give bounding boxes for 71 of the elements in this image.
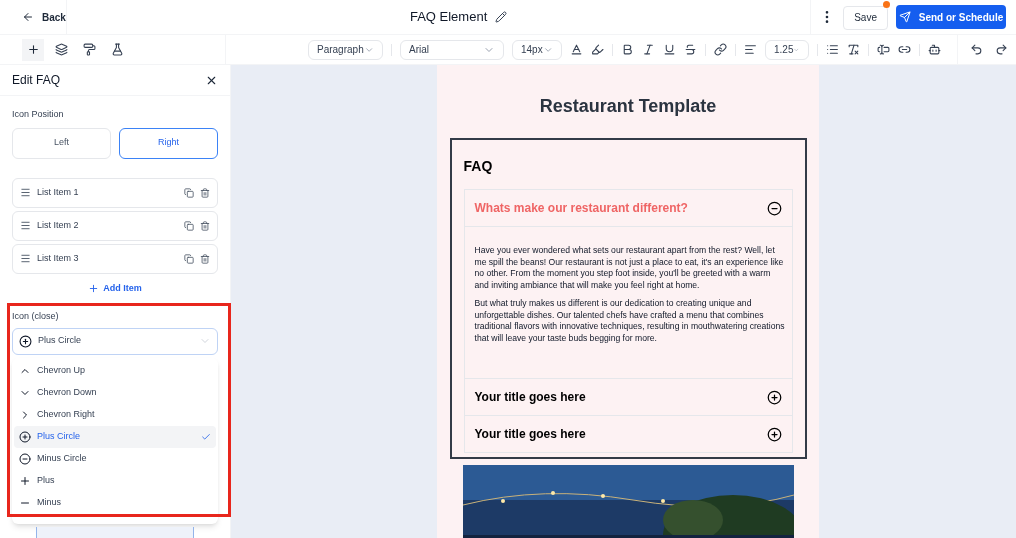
back-arrow-icon [22, 11, 34, 23]
clear-format-icon[interactable] [847, 43, 860, 56]
position-option[interactable]: Left [12, 127, 111, 159]
flask-icon[interactable] [110, 43, 124, 56]
faq-answer: But what truly makes us different is our dedication to creating unique and unforgettable dishes. Our talented chefs have crafted a menu that combines traditional flavors with innovative techniques, resulting in mouthwatering creations that will leave your taste buds begging for more. [474, 298, 786, 344]
plus-icon [26, 43, 40, 56]
add-item-button[interactable]: Add Item [88, 281, 142, 295]
icon-select[interactable]: Plus Circle [12, 327, 218, 355]
format-select[interactable]: Paragraph [308, 39, 383, 60]
drag-handle-icon[interactable] [20, 253, 31, 264]
plus-circle-icon[interactable] [766, 389, 782, 405]
page-title: FAQ Element [409, 8, 488, 27]
dropdown-option[interactable]: Plus Circle [14, 425, 216, 448]
send-button[interactable]: Send or Schedule [896, 5, 1006, 29]
position-option[interactable]: Right [119, 127, 218, 159]
faq-answer: Have you ever wondered what sets our restaurant apart from the rest? Well, let me spill the beans! Our restaurant is not just a place to eat, it's an experience like no other. From the moment you step foot inside, you'll be greeted with a warm and inviting ambiance that will make you feel right at home. [474, 245, 785, 291]
robot-icon[interactable] [928, 43, 941, 56]
paint-roller-icon[interactable] [82, 43, 96, 56]
faq-question[interactable]: Your title goes here [464, 379, 792, 415]
template-title: Restaurant Template [539, 95, 717, 118]
minus-circle-icon[interactable] [766, 200, 782, 216]
list-item[interactable]: List Item 2 [12, 210, 218, 241]
dropdown-option[interactable]: Chevron Right [14, 403, 216, 426]
delete-icon[interactable] [200, 220, 210, 231]
format-select[interactable]: Arial [400, 39, 504, 60]
duplicate-icon[interactable] [184, 187, 194, 198]
back-button[interactable]: Back [22, 9, 66, 25]
drag-handle-icon[interactable] [20, 187, 31, 198]
link-icon[interactable] [898, 43, 911, 56]
delete-icon[interactable] [200, 187, 210, 198]
list-icon[interactable] [826, 43, 839, 56]
align-icon[interactable] [744, 43, 757, 56]
faq-question[interactable]: Your title goes here [464, 416, 792, 452]
text-color-icon[interactable] [570, 43, 583, 56]
field-label: Icon Position [12, 108, 65, 121]
dropdown-option[interactable]: Minus Circle [14, 447, 216, 470]
field-label: Icon (close) [12, 310, 60, 323]
check-icon [201, 431, 211, 442]
list-item[interactable]: List Item 1 [12, 177, 218, 208]
drag-handle-icon[interactable] [20, 220, 31, 231]
plus-circle-icon [19, 430, 31, 443]
panel-title: Edit FAQ [12, 72, 61, 89]
strikethrough-icon[interactable] [684, 43, 697, 56]
send-icon [898, 11, 911, 23]
plus-circle-icon [19, 334, 32, 348]
plus-circle-icon[interactable] [766, 426, 782, 442]
input-icon[interactable] [877, 43, 890, 56]
undo-icon[interactable] [970, 43, 983, 56]
dropdown-option[interactable]: Chevron Down [14, 381, 216, 404]
underline-icon[interactable] [663, 43, 676, 56]
redo-icon[interactable] [995, 43, 1008, 56]
dropdown-option[interactable]: Minus [14, 491, 216, 514]
duplicate-icon[interactable] [184, 220, 194, 231]
list-item[interactable]: List Item 3 [12, 243, 218, 274]
plus-icon [88, 282, 100, 294]
minus-circle-icon [19, 452, 31, 465]
plus-icon [19, 474, 31, 487]
pencil-icon[interactable] [495, 11, 508, 23]
faq-heading: FAQ [463, 157, 494, 176]
format-select[interactable]: 14px [512, 39, 562, 60]
italic-icon[interactable] [642, 43, 655, 56]
link-icon[interactable] [714, 43, 727, 56]
add-tab[interactable] [22, 38, 44, 61]
duplicate-icon[interactable] [184, 253, 194, 264]
highlighter-icon[interactable] [591, 43, 604, 56]
layers-icon[interactable] [54, 43, 68, 56]
dropdown-option[interactable]: Chevron Up [14, 359, 216, 382]
delete-icon[interactable] [200, 253, 210, 264]
dropdown-option[interactable]: Plus [14, 469, 216, 492]
format-select[interactable]: 1.25 [765, 39, 809, 60]
bold-icon[interactable] [621, 43, 634, 56]
